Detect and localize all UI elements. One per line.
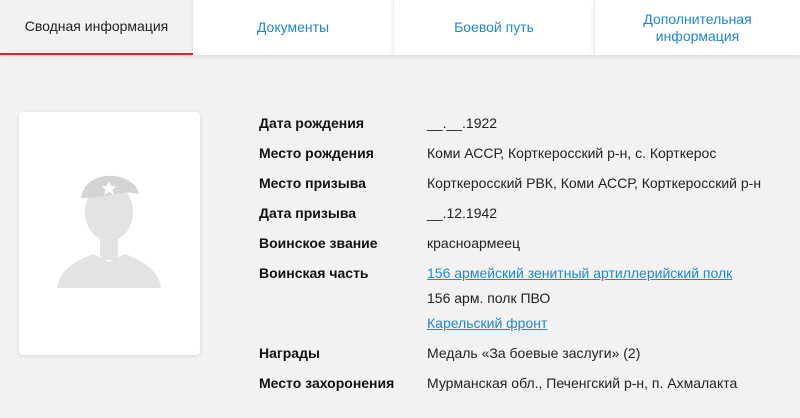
row-burial-place: Место захоронения Мурманская обл., Печен… — [259, 371, 761, 396]
draft-place-value: Корткеросский РВК, Коми АССР, Корткеросс… — [427, 175, 762, 191]
burial-place-value: Мурманская обл., Печенгский р-н, п. Ахма… — [427, 375, 738, 391]
row-awards: Награды Медаль «За боевые заслуги» (2) — [259, 341, 761, 366]
draft-date-label: Дата призыва — [259, 205, 357, 221]
unit-regiment-text: 156 арм. полк ПВО — [427, 290, 551, 306]
burial-place-label: Место захоронения — [259, 375, 395, 391]
unit-value: 156 армейский зенитный артиллерийский по… — [427, 261, 732, 336]
row-birth-date: Дата рождения __.__.1922 — [259, 111, 761, 136]
tab-additional-info[interactable]: Дополнительная информация — [594, 0, 800, 55]
row-unit: Воинская часть 156 армейский зенитный ар… — [259, 261, 761, 336]
tab-documents[interactable]: Документы — [193, 0, 393, 55]
unit-regiment-link[interactable]: 156 армейский зенитный артиллерийский по… — [427, 265, 732, 281]
tab-combat-path[interactable]: Боевой путь — [393, 0, 594, 55]
tab-documents-label: Документы — [256, 19, 330, 35]
row-draft-place: Место призыва Корткеросский РВК, Коми АС… — [259, 171, 761, 196]
tab-combat-path-label: Боевой путь — [454, 19, 534, 35]
birth-date-value: __.__.1922 — [427, 115, 498, 131]
soldier-silhouette-icon — [57, 175, 161, 288]
draft-date-value: __.12.1942 — [427, 205, 498, 221]
awards-value: Медаль «За боевые заслуги» (2) — [427, 345, 641, 361]
birth-place-value: Коми АССР, Корткеросский р-н, с. Корткер… — [427, 145, 717, 161]
row-draft-date: Дата призыва __.12.1942 — [259, 201, 761, 226]
unit-front-link[interactable]: Карельский фронт — [427, 315, 547, 331]
row-birth-place: Место рождения Коми АССР, Корткеросский … — [259, 141, 761, 166]
tab-summary-label: Сводная информация — [24, 18, 169, 34]
photo-placeholder — [19, 112, 200, 355]
info-table: Дата рождения __.__.1922 Место рождения … — [259, 111, 761, 396]
birth-place-label: Место рождения — [259, 145, 374, 161]
tab-bar: Сводная информация Документы Боевой путь… — [0, 0, 800, 55]
birth-date-label: Дата рождения — [259, 115, 365, 131]
row-rank: Воинское звание красноармеец — [259, 231, 761, 256]
awards-label: Награды — [259, 345, 320, 361]
tab-additional-info-label: Дополнительная информация — [643, 10, 752, 44]
tab-summary[interactable]: Сводная информация — [0, 0, 193, 55]
unit-label: Воинская часть — [259, 265, 369, 281]
rank-label: Воинское звание — [259, 235, 378, 251]
draft-place-label: Место призыва — [259, 175, 366, 191]
rank-value: красноармеец — [427, 235, 521, 251]
